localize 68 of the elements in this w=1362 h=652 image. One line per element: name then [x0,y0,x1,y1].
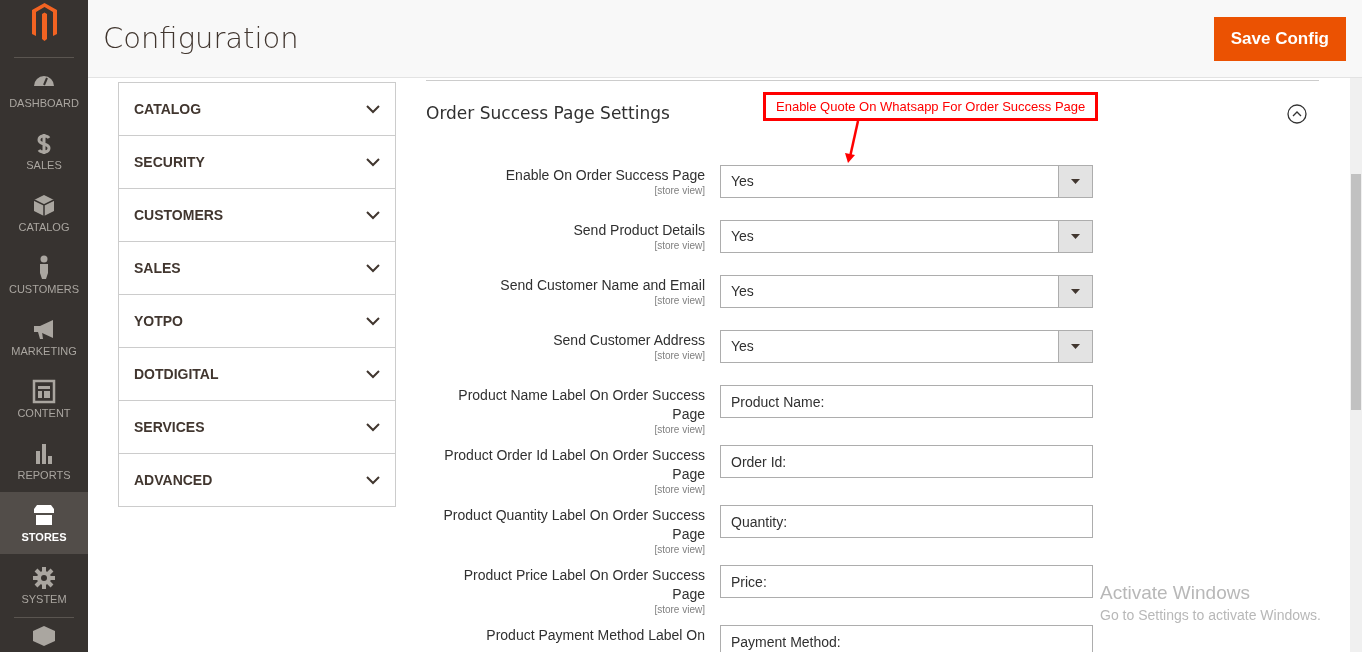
select-field[interactable]: Yes [720,330,1093,363]
nav-item[interactable]: SYSTEM [0,554,88,616]
nav-item[interactable]: SALES [0,120,88,182]
activation-notice-title: Activate Windows [1100,581,1251,605]
text-field[interactable]: Order Id: [720,445,1093,478]
logo-icon[interactable] [31,3,57,41]
select-field[interactable]: Yes [720,220,1093,253]
chevron-icon [366,104,380,114]
page-title: Configuration [103,19,299,57]
config-tab[interactable]: YOTPO [119,295,395,348]
field-label: Product Payment Method Label On [486,626,705,645]
config-tab[interactable]: SECURITY [119,136,395,189]
annotation-callout: Enable Quote On Whatsapp For Order Success Page [763,92,1099,121]
nav-item[interactable]: STORES [0,492,88,554]
layout-icon [31,379,57,405]
chevron-icon [366,210,380,220]
dropdown-arrow-icon [1071,344,1080,349]
text-field[interactable]: Quantity: [720,505,1093,538]
field-label: Product Order Id Label On Order Success Page [443,446,705,484]
text-field[interactable]: Product Name: [720,385,1093,418]
activation-notice-text: Go to Settings to activate Windows. [1100,605,1321,625]
scope-label: [store view] [654,295,705,307]
collapse-icon[interactable] [1287,104,1307,124]
scrollbar-thumb[interactable] [1351,174,1361,410]
nav-item[interactable]: REPORTS [0,430,88,492]
chevron-icon [366,475,380,485]
chevron-icon [366,422,380,432]
field-label: Send Product Details [573,221,705,240]
settings-icon [31,565,57,591]
scope-label: [store view] [654,424,705,436]
chevron-icon [366,263,380,273]
text-field[interactable]: Price: [720,565,1093,598]
config-tab[interactable]: ADVANCED [119,454,395,507]
select-field[interactable]: Yes [720,165,1093,198]
nav-item[interactable]: DASHBOARD [0,58,88,120]
scope-label: [store view] [654,185,705,197]
field-label: Send Customer Name and Email [500,276,705,295]
field-label: Product Name Label On Order Success Page [457,386,705,424]
chevron-icon [366,316,380,326]
save-config-button[interactable]: Save Config [1213,16,1346,61]
dropdown-arrow-icon [1071,179,1080,184]
config-tab[interactable]: DOTDIGITAL [119,348,395,401]
config-tab[interactable]: CATALOG [119,83,395,136]
section-title: Order Success Page Settings [426,102,670,126]
field-label: Enable On Order Success Page [505,166,705,185]
field-label: Product Price Label On Order Success Page [462,566,705,604]
field-label: Product Quantity Label On Order Success Page [442,506,705,544]
nav-item[interactable]: CUSTOMERS [0,244,88,306]
select-field[interactable]: Yes [720,275,1093,308]
dropdown-arrow-icon [1071,289,1080,294]
dropdown-arrow-icon [1071,234,1080,239]
nav-item[interactable]: MARKETING [0,306,88,368]
scope-label: [store view] [654,484,705,496]
chevron-icon [366,157,380,167]
scope-label: [store view] [654,604,705,616]
field-label: Send Customer Address [553,331,705,350]
blocks-icon[interactable] [32,626,56,646]
config-tab[interactable]: SALES [119,242,395,295]
nav-item[interactable]: CONTENT [0,368,88,430]
config-tab[interactable]: CUSTOMERS [119,189,395,242]
nav-item[interactable]: CATALOG [0,182,88,244]
text-field[interactable]: Payment Method: [720,625,1093,652]
chevron-icon [366,369,380,379]
scope-label: [store view] [654,350,705,362]
config-tab[interactable]: SERVICES [119,401,395,454]
scope-label: [store view] [654,544,705,556]
box-icon [31,193,57,219]
scope-label: [store view] [654,240,705,252]
